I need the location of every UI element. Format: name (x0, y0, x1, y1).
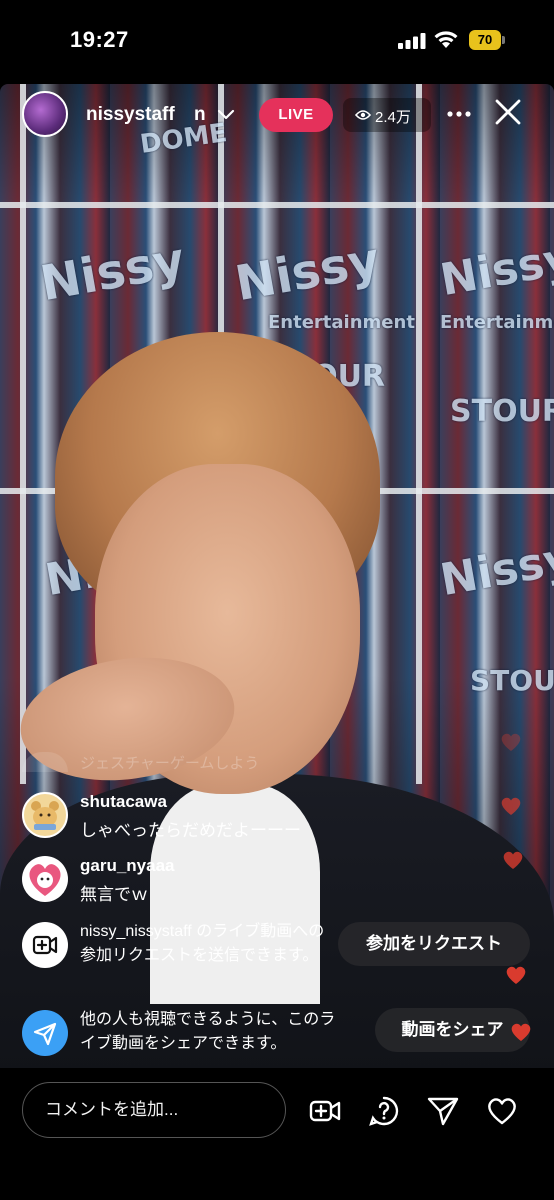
poster-word: Nissy (436, 232, 554, 307)
faded-comment-text: ジェスチャーゲームしよう (80, 755, 260, 772)
status-time: 19:27 (70, 27, 129, 52)
add-video-icon (32, 935, 58, 955)
viewer-count: 2.4万 (375, 109, 411, 126)
add-video-icon[interactable] (308, 1095, 342, 1127)
send-icon[interactable] (426, 1095, 460, 1127)
share-text: 他の人も視聴できるように、このライブ動画をシェアできます。 (80, 1011, 336, 1052)
poster-word: STOUR (450, 394, 554, 429)
comment-input[interactable] (22, 1082, 286, 1138)
heart-icon[interactable] (485, 1095, 519, 1127)
close-icon[interactable] (494, 98, 522, 126)
notice-icon-bg (22, 1010, 68, 1056)
floating-heart-icon (511, 1023, 531, 1041)
commenter-avatar[interactable] (22, 856, 68, 902)
poster-word: Nissy (36, 231, 189, 313)
heart-avatar-icon (29, 864, 61, 896)
battery-indicator: 70 (469, 30, 505, 50)
commenter-avatar[interactable] (22, 792, 68, 838)
chevron-down-icon[interactable] (216, 106, 236, 122)
bottom-action-bar (0, 1068, 554, 1200)
host-avatar[interactable] (22, 91, 68, 137)
poster-word: STOUR (470, 664, 554, 697)
floating-heart-icon (506, 966, 526, 984)
co-host-initial[interactable]: n (194, 104, 206, 126)
request-join-button[interactable]: 参加をリクエスト (338, 922, 530, 966)
join-request-text: nissy_nissystaff のライブ動画への参加リクエストを送信できます。 (80, 923, 325, 964)
poster-word: Nissy (231, 231, 384, 313)
comment-username[interactable]: garu_nyaaa (80, 856, 175, 876)
share-icon (33, 1022, 57, 1046)
comment-username[interactable]: shutacawa (80, 792, 167, 812)
poster-word: Nissy (436, 532, 554, 607)
wifi-icon (434, 31, 458, 48)
poster-word: Entertainment (268, 312, 415, 333)
battery-level: 70 (469, 30, 501, 50)
comment-text: しゃべったらだめだよーーー (80, 821, 301, 840)
battery-tip (502, 36, 505, 44)
more-options-icon[interactable] (446, 110, 472, 118)
floating-heart-icon (503, 851, 523, 869)
live-badge: LIVE (259, 98, 333, 132)
poster-word: Entertainment (440, 312, 554, 333)
signal-icon (398, 33, 426, 49)
notice-icon-bg (22, 922, 68, 968)
question-icon[interactable] (367, 1095, 401, 1127)
floating-heart-icon (501, 733, 521, 751)
comment-text: 無言でｗ (80, 885, 148, 904)
status-bar: 19:27 70 (0, 0, 554, 84)
viewer-count-badge[interactable]: 2.4万 (343, 98, 431, 132)
host-username[interactable]: nissystaff (86, 104, 175, 126)
share-video-button[interactable]: 動画をシェア (375, 1008, 530, 1052)
bear-avatar-icon (31, 801, 59, 830)
live-header: nissystaff n LIVE 2.4万 (0, 84, 554, 148)
floating-heart-icon (501, 797, 521, 815)
eye-icon (355, 110, 371, 120)
